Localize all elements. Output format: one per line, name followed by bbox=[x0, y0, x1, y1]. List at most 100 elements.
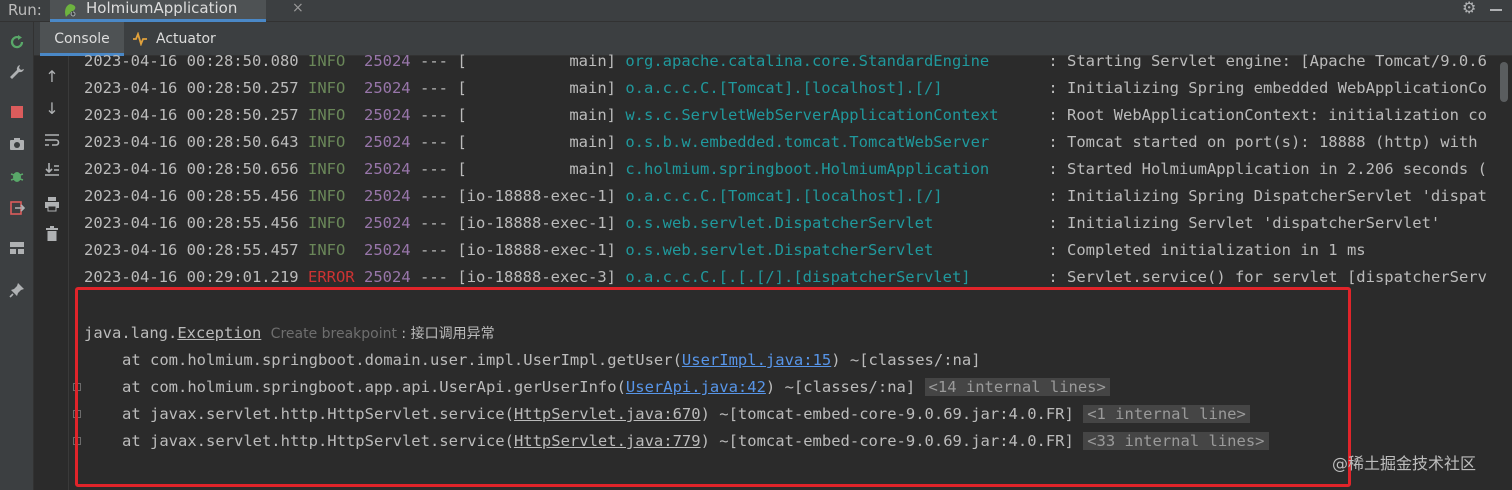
scrollbar-thumb[interactable] bbox=[1500, 62, 1508, 102]
log-date: 2023-04-16 00:28:55.456 bbox=[84, 214, 299, 232]
camera-icon[interactable] bbox=[7, 134, 27, 154]
log-pid: 25024 bbox=[363, 187, 411, 205]
log-thread: [ main] bbox=[457, 133, 616, 151]
source-file-link[interactable]: UserApi.java:42 bbox=[626, 378, 766, 396]
log-date: 2023-04-16 00:28:50.257 bbox=[84, 79, 299, 97]
log-logger[interactable]: o.s.web.servlet.DispatcherServlet bbox=[625, 237, 1048, 264]
log-pid: 25024 bbox=[363, 79, 411, 97]
internal-lines-fold[interactable]: <14 internal lines> bbox=[924, 378, 1110, 396]
log-level: INFO bbox=[307, 187, 346, 205]
print-icon[interactable] bbox=[42, 194, 62, 214]
soft-wrap-icon[interactable] bbox=[42, 130, 62, 150]
log-thread: [ main] bbox=[457, 106, 616, 124]
log-pid: 25024 bbox=[363, 241, 411, 259]
log-logger[interactable]: o.a.c.c.C.[.[.[/].[dispatcherServlet] bbox=[625, 264, 1048, 291]
log-message: : Initializing Servlet 'dispatcherServle… bbox=[1048, 214, 1441, 232]
log-pid: 25024 bbox=[363, 133, 411, 151]
pin-icon[interactable] bbox=[7, 280, 27, 300]
stack-frame: at javax.servlet.http.HttpServlet.servic… bbox=[122, 401, 1250, 428]
log-date: 2023-04-16 00:28:50.656 bbox=[84, 160, 299, 178]
minimize-icon[interactable] bbox=[1490, 9, 1502, 11]
console-output[interactable]: 2023-04-16 00:28:50.080 INFO 25024 --- [… bbox=[70, 48, 1512, 490]
log-level: INFO bbox=[307, 214, 346, 232]
log-logger[interactable]: w.s.c.ServletWebServerApplicationContext bbox=[625, 102, 1048, 129]
exception-class-link[interactable]: Exception bbox=[177, 324, 261, 342]
fold-marker-icon[interactable] bbox=[73, 410, 81, 418]
stack-frame: at javax.servlet.http.HttpServlet.servic… bbox=[122, 428, 1269, 455]
log-thread: [io-18888-exec-1] bbox=[457, 187, 616, 205]
trash-icon[interactable] bbox=[42, 224, 62, 244]
scroll-to-end-icon[interactable] bbox=[42, 160, 62, 180]
log-line: 2023-04-16 00:28:55.456 INFO 25024 --- [… bbox=[84, 210, 1440, 237]
close-tab-icon[interactable]: × bbox=[292, 0, 304, 17]
run-tab-title: HolmiumApplication bbox=[86, 0, 238, 17]
log-level: INFO bbox=[307, 241, 346, 259]
log-level: ERROR bbox=[307, 268, 355, 286]
log-logger[interactable]: c.holmium.springboot.HolmiumApplication bbox=[625, 156, 1048, 183]
rerun-icon[interactable] bbox=[7, 32, 27, 52]
source-file-link[interactable]: UserImpl.java:15 bbox=[682, 351, 831, 369]
source-file-link[interactable]: HttpServlet.java:670 bbox=[514, 405, 701, 423]
log-logger[interactable]: o.a.c.c.C.[Tomcat].[localhost].[/] bbox=[625, 75, 1048, 102]
log-level: INFO bbox=[307, 79, 346, 97]
fold-marker-icon[interactable] bbox=[73, 437, 81, 445]
log-line: 2023-04-16 00:28:50.656 INFO 25024 --- [… bbox=[84, 156, 1487, 183]
log-logger[interactable]: org.apache.catalina.core.StandardEngine bbox=[625, 48, 1048, 75]
arrow-down-icon[interactable]: ↓ bbox=[42, 98, 62, 118]
frame-method: at javax.servlet.http.HttpServlet.servic… bbox=[122, 432, 514, 450]
frame-method: at com.holmium.springboot.domain.user.im… bbox=[122, 351, 682, 369]
log-pid: 25024 bbox=[363, 106, 411, 124]
frame-location: ) ~[classes/:na] bbox=[765, 378, 925, 396]
log-logger[interactable]: o.a.c.c.C.[Tomcat].[localhost].[/] bbox=[625, 183, 1048, 210]
log-separator: --- bbox=[420, 214, 448, 232]
log-separator: --- bbox=[420, 187, 448, 205]
log-pid: 25024 bbox=[363, 160, 411, 178]
log-line: 2023-04-16 00:28:55.457 INFO 25024 --- [… bbox=[84, 237, 1366, 264]
log-logger[interactable]: o.s.web.servlet.DispatcherServlet bbox=[625, 210, 1048, 237]
log-thread: [io-18888-exec-1] bbox=[457, 214, 616, 232]
log-line: 2023-04-16 00:28:50.257 INFO 25024 --- [… bbox=[84, 75, 1487, 102]
exception-prefix: java.lang. bbox=[84, 324, 178, 342]
frame-location: ) ~[tomcat-embed-core-9.0.69.jar:4.0.FR] bbox=[700, 405, 1084, 423]
log-pid: 25024 bbox=[363, 214, 411, 232]
log-thread: [ main] bbox=[457, 52, 616, 70]
log-thread: [ main] bbox=[457, 160, 616, 178]
log-line: 2023-04-16 00:28:55.456 INFO 25024 --- [… bbox=[84, 183, 1487, 210]
log-date: 2023-04-16 00:28:50.643 bbox=[84, 133, 299, 151]
arrow-up-icon[interactable]: ↑ bbox=[42, 66, 62, 86]
log-message: : Initializing Spring embedded WebApplic… bbox=[1048, 79, 1487, 97]
layout-icon[interactable] bbox=[7, 238, 27, 258]
log-message: : Started HolmiumApplication in 2.206 se… bbox=[1048, 160, 1487, 178]
source-file-link[interactable]: HttpServlet.java:779 bbox=[514, 432, 701, 450]
fold-marker-icon[interactable] bbox=[73, 383, 81, 391]
spring-boot-app-icon bbox=[65, 4, 76, 17]
log-date: 2023-04-16 00:28:55.456 bbox=[84, 187, 299, 205]
run-toolbar: Run: HolmiumApplication × ⚙ bbox=[0, 0, 1512, 22]
log-message: : Root WebApplicationContext: initializa… bbox=[1048, 106, 1487, 124]
log-level: INFO bbox=[307, 106, 346, 124]
exit-icon[interactable] bbox=[7, 198, 27, 218]
run-tab-holmium-application[interactable]: HolmiumApplication × bbox=[50, 0, 304, 22]
log-thread: [io-18888-exec-1] bbox=[457, 241, 616, 259]
internal-lines-fold[interactable]: <1 internal line> bbox=[1083, 405, 1250, 423]
internal-lines-fold[interactable]: <33 internal lines> bbox=[1083, 432, 1269, 450]
log-separator: --- bbox=[420, 241, 448, 259]
log-line: 2023-04-16 00:28:50.643 INFO 25024 --- [… bbox=[84, 129, 1478, 156]
create-breakpoint-hint[interactable]: Create breakpoint bbox=[271, 326, 397, 342]
debug-bug-icon[interactable] bbox=[7, 166, 27, 186]
log-logger[interactable]: o.s.b.w.embedded.tomcat.TomcatWebServer bbox=[625, 129, 1048, 156]
console-tool-strip: ↑ ↓ bbox=[35, 56, 69, 490]
log-thread: [ main] bbox=[457, 79, 616, 97]
log-line: 2023-04-16 00:29:01.219 ERROR 25024 --- … bbox=[84, 264, 1487, 291]
log-separator: --- bbox=[420, 106, 448, 124]
gear-icon[interactable]: ⚙ bbox=[1462, 0, 1476, 16]
watermark: @稀土掘金技术社区 bbox=[1332, 454, 1477, 473]
log-thread: [io-18888-exec-3] bbox=[457, 268, 616, 286]
run-tool-strip bbox=[0, 22, 34, 490]
log-date: 2023-04-16 00:28:50.257 bbox=[84, 106, 299, 124]
frame-method: at com.holmium.springboot.app.api.UserAp… bbox=[122, 378, 626, 396]
exception-line: java.lang.Exception Create breakpoint : … bbox=[84, 320, 495, 347]
log-separator: --- bbox=[420, 133, 448, 151]
wrench-icon[interactable] bbox=[7, 62, 27, 82]
stop-icon[interactable] bbox=[7, 102, 27, 122]
